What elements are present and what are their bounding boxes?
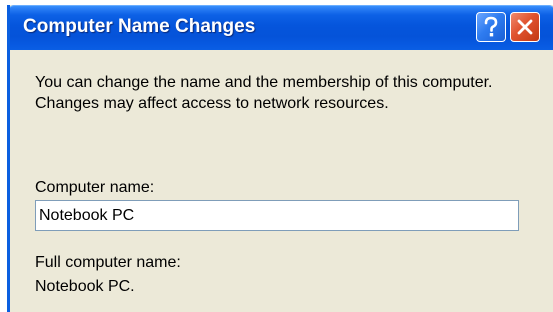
help-button[interactable] — [476, 12, 506, 42]
window-title: Computer Name Changes — [23, 16, 256, 37]
full-computer-name-label: Full computer name: — [35, 254, 181, 271]
dialog-body: You can change the name and the membersh… — [10, 50, 553, 312]
help-icon — [484, 16, 498, 37]
full-computer-name-value: Notebook PC. — [35, 278, 135, 295]
computer-name-label: Computer name: — [35, 179, 155, 196]
description-text: You can change the name and the membersh… — [35, 74, 493, 112]
title-bar[interactable]: Computer Name Changes — [10, 5, 553, 50]
computer-name-input[interactable] — [35, 200, 519, 231]
close-button[interactable] — [510, 12, 540, 42]
computer-name-changes-dialog: Computer Name Changes You can change the… — [7, 5, 553, 312]
close-icon — [517, 19, 533, 35]
